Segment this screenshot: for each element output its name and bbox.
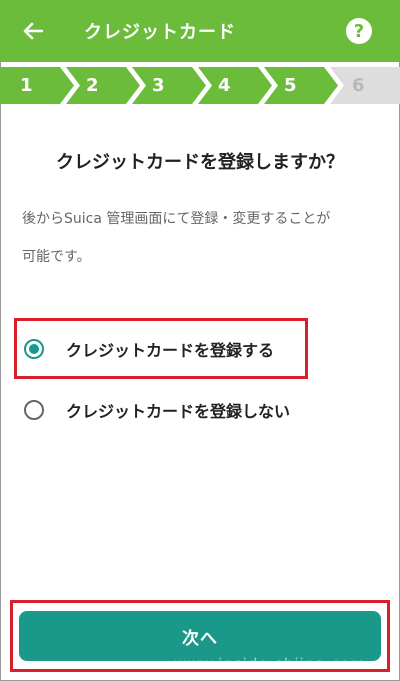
option-register[interactable]: クレジットカードを登録する bbox=[24, 329, 274, 369]
question-mark-icon: ? bbox=[353, 20, 365, 42]
step-1: 1 bbox=[0, 67, 74, 104]
question-heading: クレジットカードを登録しますか？ bbox=[56, 152, 344, 173]
back-button[interactable] bbox=[20, 18, 46, 44]
step-3: 3 bbox=[132, 67, 206, 104]
page-title: クレジットカード bbox=[84, 22, 236, 43]
option-label: クレジットカードを登録しない bbox=[66, 402, 291, 421]
step-progress: 1 2 3 4 5 6 bbox=[0, 67, 400, 104]
step-5: 5 bbox=[264, 67, 338, 104]
help-button[interactable]: ? bbox=[346, 18, 372, 44]
step-4: 4 bbox=[198, 67, 272, 104]
radio-unchecked-icon[interactable] bbox=[24, 400, 44, 420]
step-number: 2 bbox=[86, 75, 99, 96]
option-not-register[interactable]: クレジットカードを登録しない bbox=[24, 390, 290, 430]
option-label: クレジットカードを登録する bbox=[66, 341, 275, 360]
step-number: 1 bbox=[20, 75, 33, 96]
step-6: 6 bbox=[330, 67, 400, 104]
step-number: 4 bbox=[218, 75, 231, 96]
app-header: クレジットカード ? bbox=[0, 0, 400, 62]
arrow-left-icon bbox=[23, 22, 43, 40]
step-number: 6 bbox=[352, 75, 365, 96]
next-button[interactable]: 次へ bbox=[19, 611, 381, 661]
step-number: 3 bbox=[152, 75, 165, 96]
radio-checked-icon[interactable] bbox=[24, 339, 44, 359]
description-text: 後からSuica 管理画面にて登録・変更することが 可能です。 bbox=[22, 211, 331, 265]
step-number: 5 bbox=[284, 75, 297, 96]
step-2: 2 bbox=[66, 67, 140, 104]
